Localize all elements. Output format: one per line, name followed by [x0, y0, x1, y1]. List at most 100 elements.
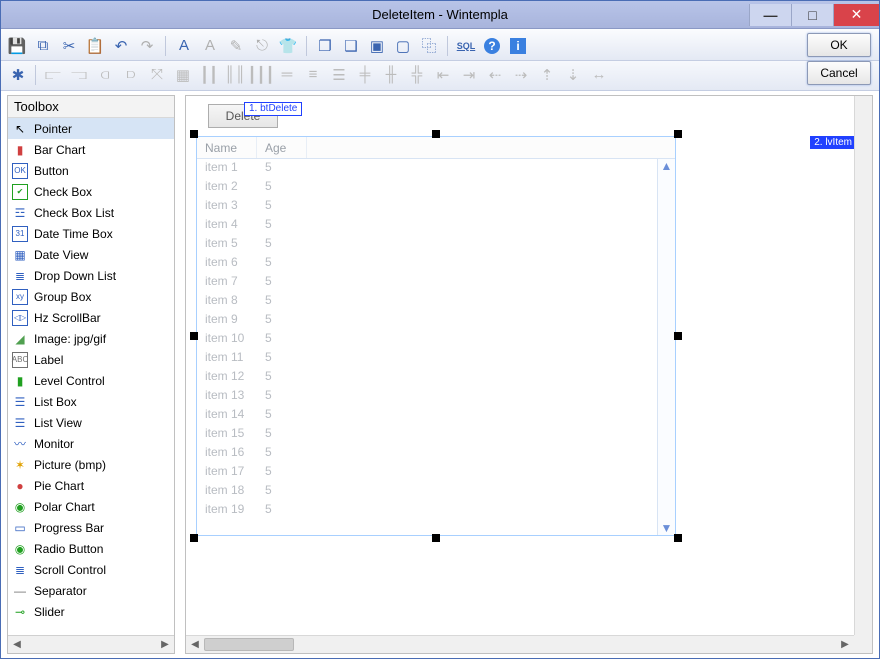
toolbox-item[interactable]: ▦Date View	[8, 244, 174, 265]
table-row[interactable]: item 125	[197, 368, 675, 387]
cancel-button[interactable]: Cancel	[807, 61, 871, 85]
control-lvitem[interactable]: Name Age item 15item 25item 35item 45ite…	[196, 136, 676, 536]
table-row[interactable]: item 95	[197, 311, 675, 330]
toolbox-item[interactable]: ◁▷Hz ScrollBar	[8, 307, 174, 328]
align-icon[interactable]: ≡	[302, 64, 324, 86]
toolbox-item[interactable]: ●Pie Chart	[8, 475, 174, 496]
align-icon[interactable]: ║║	[224, 64, 246, 86]
table-row[interactable]: item 195	[197, 501, 675, 520]
align-icon[interactable]: ⫎	[68, 64, 90, 86]
hscroll-thumb[interactable]	[204, 638, 294, 651]
bring-front-icon[interactable]: ❐	[315, 36, 335, 56]
align-icon[interactable]: ⇠	[484, 64, 506, 86]
listview-col-name[interactable]: Name	[197, 137, 257, 158]
table-row[interactable]: item 115	[197, 349, 675, 368]
ungroup-icon[interactable]: ▢	[393, 36, 413, 56]
help-icon[interactable]: ?	[482, 36, 502, 56]
align-icon[interactable]: ⇤	[432, 64, 454, 86]
scroll-down-icon[interactable]: ▼	[661, 521, 673, 535]
toolbox-item[interactable]: ✶Picture (bmp)	[8, 454, 174, 475]
toolbox-item[interactable]: ≣Drop Down List	[8, 265, 174, 286]
table-row[interactable]: item 175	[197, 463, 675, 482]
close-button[interactable]: ✕	[833, 4, 879, 26]
scroll-up-icon[interactable]: ▲	[661, 159, 673, 173]
copy-icon[interactable]: ⧉	[33, 36, 53, 56]
info-icon[interactable]: i	[508, 36, 528, 56]
scroll-left-icon[interactable]: ◀	[186, 639, 204, 650]
maximize-button[interactable]: □	[791, 4, 833, 26]
align-icon[interactable]: ⇡	[536, 64, 558, 86]
pencil-icon[interactable]: ✎	[226, 36, 246, 56]
align-icon[interactable]: ╬	[406, 64, 428, 86]
redo-icon[interactable]: ↷	[137, 36, 157, 56]
design-canvas[interactable]: Delete 1. btDelete Name Age item 15item …	[186, 96, 854, 635]
table-row[interactable]: item 35	[197, 197, 675, 216]
toolbox-list[interactable]: ↖Pointer▮Bar ChartOKButton✔Check Box☲Che…	[8, 118, 174, 635]
scroll-left-icon[interactable]: ◀	[8, 639, 26, 650]
align-icon[interactable]: ⫐	[120, 64, 142, 86]
align-icon[interactable]: ⫍	[42, 64, 64, 86]
align-icon[interactable]: ┃┃	[198, 64, 220, 86]
toolbox-item[interactable]: 〰Monitor	[8, 433, 174, 454]
table-row[interactable]: item 65	[197, 254, 675, 273]
snowflake-icon[interactable]: ✱	[7, 64, 29, 86]
minimize-button[interactable]: —	[749, 4, 791, 26]
font-outline-icon[interactable]: A	[200, 36, 220, 56]
toolbox-item[interactable]: ABCLabel	[8, 349, 174, 370]
table-row[interactable]: item 45	[197, 216, 675, 235]
toolbox-item[interactable]: ◉Radio Button	[8, 538, 174, 559]
toolbox-item[interactable]: ▭Progress Bar	[8, 517, 174, 538]
shirt-icon[interactable]: 👕	[278, 36, 298, 56]
table-row[interactable]: item 155	[197, 425, 675, 444]
listview-header[interactable]: Name Age	[197, 137, 675, 159]
toolbox-item[interactable]: xyGroup Box	[8, 286, 174, 307]
toolbox-item[interactable]: ◉Polar Chart	[8, 496, 174, 517]
toolbox-item[interactable]: ◢Image: jpg/gif	[8, 328, 174, 349]
align-icon[interactable]: ═	[276, 64, 298, 86]
scroll-right-icon[interactable]: ▶	[836, 639, 854, 650]
listview-vscrollbar[interactable]: ▲ ▼	[657, 159, 675, 535]
table-row[interactable]: item 85	[197, 292, 675, 311]
table-row[interactable]: item 55	[197, 235, 675, 254]
send-back-icon[interactable]: ❑	[341, 36, 361, 56]
toolbox-item[interactable]: ☰List Box	[8, 391, 174, 412]
duplicate-icon[interactable]: ⿻	[419, 36, 439, 56]
paste-icon[interactable]: 📋	[85, 36, 105, 56]
toolbox-item[interactable]: 31Date Time Box	[8, 223, 174, 244]
align-icon[interactable]: ⤧	[146, 64, 168, 86]
align-icon[interactable]: ⇢	[510, 64, 532, 86]
toolbox-item[interactable]: ☰List View	[8, 412, 174, 433]
dropper-icon[interactable]: ⎋	[252, 36, 272, 56]
cut-icon[interactable]: ✂	[59, 36, 79, 56]
table-row[interactable]: item 15	[197, 159, 675, 178]
align-icon[interactable]: ╫	[380, 64, 402, 86]
toolbox-item[interactable]: —Separator	[8, 580, 174, 601]
table-row[interactable]: item 185	[197, 482, 675, 501]
toolbox-item[interactable]: OKButton	[8, 160, 174, 181]
designer-vscrollbar[interactable]	[854, 96, 872, 635]
table-row[interactable]: item 165	[197, 444, 675, 463]
table-row[interactable]: item 135	[197, 387, 675, 406]
scroll-right-icon[interactable]: ▶	[156, 639, 174, 650]
align-icon[interactable]: ╪	[354, 64, 376, 86]
ok-button[interactable]: OK	[807, 33, 871, 57]
toolbox-hscrollbar[interactable]: ◀ ▶	[8, 635, 174, 653]
save-icon[interactable]: 💾	[7, 36, 27, 56]
toolbox-item[interactable]: ≣Scroll Control	[8, 559, 174, 580]
align-icon[interactable]: ↔	[588, 64, 610, 86]
designer-hscrollbar[interactable]: ◀ ▶	[186, 635, 854, 653]
align-icon[interactable]: ⫏	[94, 64, 116, 86]
toolbox-item[interactable]: ▮Bar Chart	[8, 139, 174, 160]
toolbox-item[interactable]: ⊸Slider	[8, 601, 174, 622]
align-icon[interactable]: ┃┃┃	[250, 64, 272, 86]
toolbox-item[interactable]: ▮Level Control	[8, 370, 174, 391]
table-row[interactable]: item 75	[197, 273, 675, 292]
table-row[interactable]: item 105	[197, 330, 675, 349]
align-icon[interactable]: ☰	[328, 64, 350, 86]
toolbox-item[interactable]: ↖Pointer	[8, 118, 174, 139]
toolbox-item[interactable]: ☲Check Box List	[8, 202, 174, 223]
group-icon[interactable]: ▣	[367, 36, 387, 56]
table-row[interactable]: item 145	[197, 406, 675, 425]
align-icon[interactable]: ▦	[172, 64, 194, 86]
table-row[interactable]: item 25	[197, 178, 675, 197]
